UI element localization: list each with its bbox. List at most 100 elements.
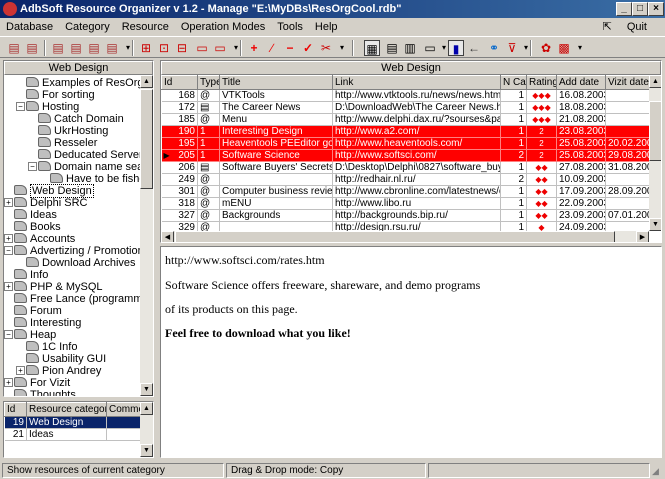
view-grid-icon[interactable]: ▦ <box>364 40 380 56</box>
scroll-up-icon[interactable]: ▲ <box>140 75 153 88</box>
db-options-icon[interactable]: ▤ <box>104 40 120 56</box>
tree-item[interactable]: Hosting <box>26 101 79 113</box>
menu-help[interactable]: Help <box>309 18 344 36</box>
scroll-down-icon[interactable]: ▼ <box>140 383 153 396</box>
tree-item[interactable]: Delphi SRC <box>14 197 87 209</box>
tree-item[interactable]: For sorting <box>26 89 95 101</box>
scroll-left-icon[interactable]: ◀ <box>161 231 174 242</box>
col-title[interactable]: Title <box>219 75 333 90</box>
tree-item[interactable]: Examples of ResOrg Prjs <box>26 77 140 89</box>
collapse-toggle-icon[interactable]: − <box>4 246 13 255</box>
col-rating[interactable]: Rating <box>526 75 557 90</box>
tree-item[interactable]: Ideas <box>14 209 57 221</box>
cut-resource-icon[interactable]: ✂ <box>318 40 334 56</box>
tree-item[interactable]: Catch Domain <box>38 113 124 125</box>
col-link[interactable]: Link <box>332 75 501 90</box>
tree-item[interactable]: 1C Info <box>26 341 77 353</box>
col-comment[interactable]: Commen <box>106 402 141 417</box>
edit-resource-icon[interactable]: ∕ <box>264 40 280 56</box>
table-row[interactable]: 172 ▤ The Career News D:\DownloadWeb\The Ca… <box>161 101 649 114</box>
resources-hscrollbar[interactable]: ◀ ▶ <box>161 231 649 242</box>
tree-item[interactable]: Forum <box>14 305 62 317</box>
scroll-thumb[interactable] <box>649 101 661 161</box>
delete-resource-icon[interactable]: − <box>282 40 298 56</box>
table-row[interactable]: 190 1 Interesting Design http://www.a2.com/… <box>161 125 649 138</box>
tree-item[interactable]: Books <box>14 221 61 233</box>
table-row[interactable]: 19 Web Design <box>4 416 141 429</box>
table-row[interactable]: 21 Ideas <box>4 428 141 441</box>
col-id[interactable]: Id <box>161 75 198 90</box>
menu-operation-modes[interactable]: Operation Modes <box>175 18 271 36</box>
table-row[interactable]: 206▤Software Buyers' Secrets ReveD:\Desk… <box>161 161 649 174</box>
tree-item[interactable]: Deducated Servers <box>38 149 140 161</box>
menu-category[interactable]: Category <box>59 18 116 36</box>
menu-tools[interactable]: Tools <box>271 18 309 36</box>
drag-mode-icon[interactable]: ▮ <box>448 40 464 56</box>
collapse-toggle-icon[interactable]: − <box>4 330 13 339</box>
tree-item[interactable]: Accounts <box>14 233 75 245</box>
table-row[interactable]: 249 @ http://redhair.nl.ru/2 ◆◆ 10.09.2003 <box>161 173 649 186</box>
tree-item[interactable]: Thoughts <box>14 389 76 396</box>
copy-category-icon[interactable]: ▭ <box>212 40 228 56</box>
link-icon[interactable]: ⚭ <box>486 40 502 56</box>
delete-category-icon[interactable]: ⊟ <box>174 40 190 56</box>
table-row[interactable]: 318 @ mENU http://www.libo.ru 1 ◆◆ 22.09.2003 <box>161 197 649 210</box>
add-resource-icon[interactable]: + <box>246 40 262 56</box>
menu-resource[interactable]: Resource <box>116 18 175 36</box>
view-list-icon[interactable]: ▤ <box>384 40 400 56</box>
web-icon[interactable]: ✿ <box>538 40 554 56</box>
resources-vscrollbar[interactable]: ▲ ▼ <box>649 75 661 231</box>
col-add-date[interactable]: Add date <box>556 75 606 90</box>
hscroll-thumb[interactable] <box>175 231 615 242</box>
resize-grip-icon[interactable]: ◢ <box>652 466 663 477</box>
scroll-down-icon[interactable]: ▼ <box>140 444 153 457</box>
resource-note-panel[interactable]: http://www.softsci.com/rates.htm Softwar… <box>160 246 662 458</box>
maximize-button[interactable]: □ <box>632 2 648 16</box>
scroll-up-icon[interactable]: ▲ <box>649 75 661 88</box>
db-export-icon[interactable]: ▤ <box>86 40 102 56</box>
collapse-toggle-icon[interactable]: − <box>28 162 37 171</box>
scroll-thumb[interactable] <box>140 89 153 189</box>
tree-item[interactable]: UkrHosting <box>38 125 108 137</box>
move-category-icon[interactable]: ▭ <box>194 40 210 56</box>
table-row[interactable]: 329 @ http://design.rsu.ru/1 ◆ 24.09.2003 <box>161 221 649 231</box>
minimize-button[interactable]: _ <box>616 2 632 16</box>
tree-item[interactable]: Download Archives <box>26 257 136 269</box>
open-database-icon[interactable]: ▤ <box>24 40 40 56</box>
scroll-down-icon[interactable]: ▼ <box>649 218 661 231</box>
quit-button[interactable]: ⇱ Quit <box>591 18 659 36</box>
tree-item[interactable]: For Vizit <box>14 377 70 389</box>
table-row[interactable]: ▶ 205 1 Software Science http://www.softsci.… <box>161 149 649 162</box>
expand-toggle-icon[interactable]: + <box>4 378 13 387</box>
expand-toggle-icon[interactable]: + <box>4 234 13 243</box>
col-resource-categories[interactable]: Resource categories <box>26 402 107 417</box>
edit-category-icon[interactable]: ⊡ <box>156 40 172 56</box>
chevron-down-icon[interactable]: ▾ <box>334 40 350 56</box>
tree-scrollbar[interactable]: ▲ ▼ <box>140 75 153 396</box>
expand-toggle-icon[interactable]: + <box>4 282 13 291</box>
tree-item[interactable]: Usability GUI <box>26 353 106 365</box>
tree-item[interactable]: PHP & MySQL <box>14 281 103 293</box>
expand-toggle-icon[interactable]: + <box>4 198 13 207</box>
col-type[interactable]: Type <box>197 75 220 90</box>
chevron-down-icon[interactable]: ▾ <box>572 40 588 56</box>
tree-item[interactable]: Heap <box>14 329 56 341</box>
database-icon[interactable]: ▤ <box>6 40 22 56</box>
check-resource-icon[interactable]: ✓ <box>300 40 316 56</box>
col-id[interactable]: Id <box>4 402 27 417</box>
tree-item[interactable]: Web Design <box>14 184 94 198</box>
db-new-icon[interactable]: ▤ <box>50 40 66 56</box>
table-row[interactable]: 327 @ Backgrounds http://backgrounds.bip.ru… <box>161 209 649 222</box>
tree-item[interactable]: Pion Andrey <box>26 365 101 377</box>
collapse-toggle-icon[interactable]: − <box>16 102 25 111</box>
scroll-right-icon[interactable]: ▶ <box>636 231 649 242</box>
add-category-icon[interactable]: ⊞ <box>138 40 154 56</box>
tree-item[interactable]: Interesting <box>14 317 81 329</box>
table-row[interactable]: 168 @ VTKTools http://www.vtktools.ru/news/… <box>161 89 649 102</box>
tree-item[interactable]: Info <box>14 269 48 281</box>
col-ncat[interactable]: N Cat <box>500 75 527 90</box>
export-icon[interactable]: ▩ <box>556 40 572 56</box>
close-button[interactable]: × <box>648 2 664 16</box>
menu-database[interactable]: Database <box>0 18 59 36</box>
tree-item[interactable]: Resseler <box>38 137 97 149</box>
